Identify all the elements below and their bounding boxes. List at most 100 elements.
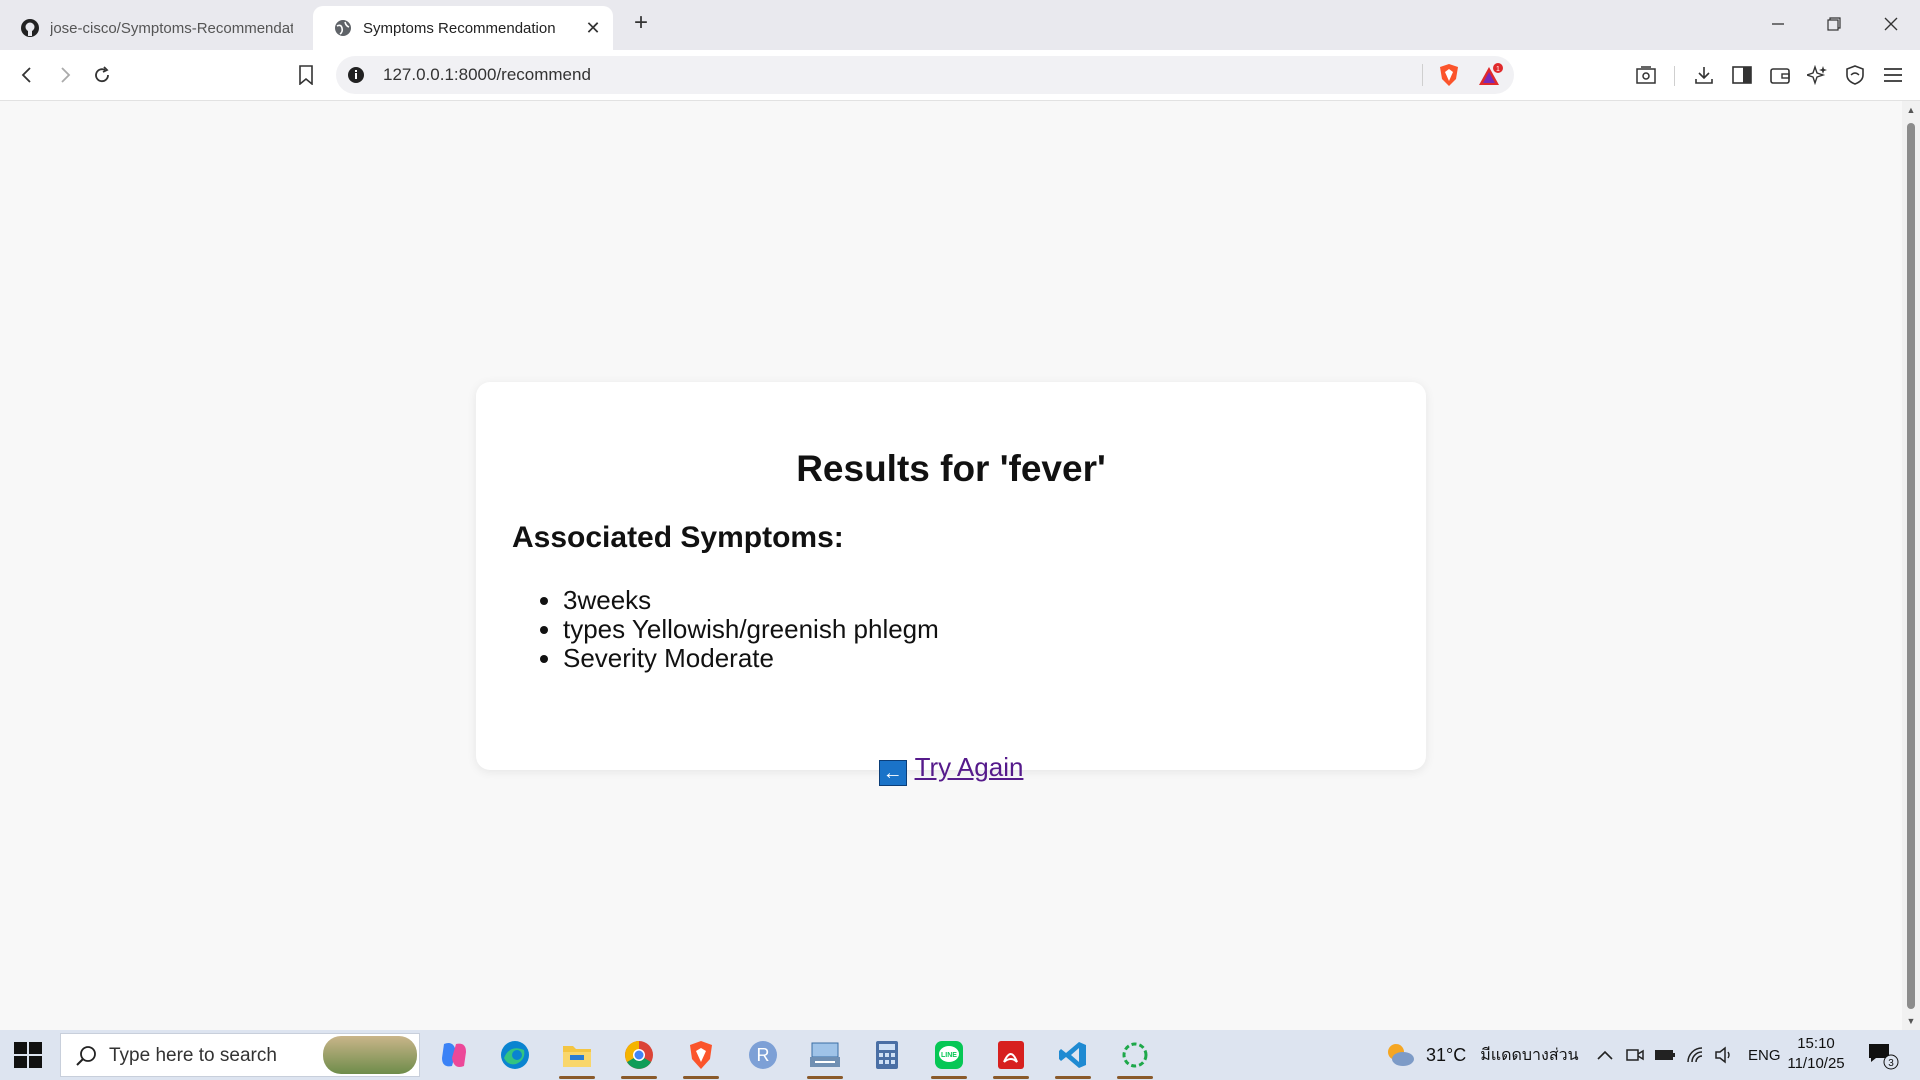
scanner-icon <box>810 1042 840 1067</box>
running-indicator <box>559 1076 595 1079</box>
close-tab-icon[interactable]: ✕ <box>585 19 601 37</box>
tab-github[interactable]: jose-cisco/Symptoms-Recommendat <box>0 6 305 50</box>
chevron-up-icon <box>1597 1050 1613 1060</box>
camera-icon <box>1626 1049 1644 1061</box>
shield-icon <box>1846 65 1864 85</box>
scroll-up-icon[interactable]: ▲ <box>1906 105 1916 115</box>
new-tab-button[interactable]: + <box>630 11 652 36</box>
line-icon: LINE <box>935 1041 963 1069</box>
search-placeholder: Type here to search <box>109 1045 277 1066</box>
wifi-icon <box>1687 1047 1703 1063</box>
divider <box>1674 66 1675 86</box>
notification-center-button[interactable]: 3 <box>1866 1030 1900 1080</box>
list-item: Severity Moderate <box>563 644 939 673</box>
vertical-scrollbar[interactable]: ▲ ▼ <box>1902 101 1920 1030</box>
edge-app[interactable] <box>490 1035 540 1075</box>
edge-icon <box>501 1041 529 1069</box>
forward-arrow-icon <box>61 67 71 83</box>
site-info-icon[interactable] <box>346 65 366 85</box>
close-window-button[interactable] <box>1871 8 1911 40</box>
close-icon <box>1884 17 1898 31</box>
weather-widget[interactable]: 31°C มีแดดบางส่วน <box>1384 1030 1579 1080</box>
scrollbar-thumb[interactable] <box>1907 123 1915 1009</box>
windows-start-icon[interactable] <box>14 1042 42 1068</box>
battery-button[interactable] <box>1654 1030 1676 1080</box>
volume-button[interactable] <box>1714 1030 1734 1080</box>
vpn-button[interactable] <box>1841 61 1869 89</box>
running-indicator <box>1117 1076 1153 1079</box>
section-heading: Associated Symptoms: <box>512 521 844 554</box>
back-button[interactable] <box>13 61 41 89</box>
globe-icon <box>335 20 351 36</box>
meet-now-button[interactable] <box>1626 1030 1644 1080</box>
network-button[interactable] <box>1686 1030 1706 1080</box>
notification-icon: 3 <box>1869 1044 1899 1070</box>
results-card: Results for 'fever' Associated Symptoms:… <box>476 382 1426 786</box>
loading-app-icon <box>1122 1042 1148 1068</box>
file-explorer-icon <box>563 1046 591 1067</box>
tab-title: Symptoms Recommendation <box>363 19 556 37</box>
brave-app[interactable] <box>676 1035 726 1079</box>
rewards-badge: 1 <box>1496 66 1500 73</box>
address-bar[interactable]: 127.0.0.1:8000/recommend 1 <box>336 56 1514 94</box>
svg-text:R: R <box>757 1045 770 1065</box>
back-arrow-icon <box>21 67 31 83</box>
scroll-down-icon[interactable]: ▼ <box>1906 1016 1916 1026</box>
minimize-button[interactable] <box>1758 8 1798 40</box>
line-app[interactable]: LINE <box>924 1035 974 1079</box>
search-highlight-image[interactable] <box>323 1036 417 1074</box>
calculator-icon <box>876 1041 898 1069</box>
r-icon: R <box>749 1041 777 1069</box>
brave-rewards-icon[interactable]: 1 <box>1478 63 1504 87</box>
try-again-row: ← Try Again <box>476 752 1426 786</box>
forward-button[interactable] <box>51 61 79 89</box>
chrome-app[interactable] <box>614 1035 664 1079</box>
chrome-icon <box>625 1041 653 1069</box>
vscode-app[interactable] <box>1048 1035 1098 1079</box>
clock[interactable]: 15:10 11/10/25 <box>1776 1034 1856 1074</box>
reload-button[interactable] <box>88 61 116 89</box>
search-icon <box>76 1046 96 1066</box>
tab-title: jose-cisco/Symptoms-Recommendat <box>50 19 293 37</box>
screenshot-button[interactable] <box>1632 61 1660 89</box>
tab-symptoms-recommendation[interactable]: Symptoms Recommendation ✕ <box>313 6 613 50</box>
vscode-icon <box>1059 1042 1086 1068</box>
copilot-app[interactable] <box>429 1035 479 1075</box>
restore-button[interactable] <box>1814 8 1854 40</box>
bookmark-button[interactable] <box>292 61 320 89</box>
page-title: Results for 'fever' <box>796 448 1106 489</box>
taskbar-search-box[interactable]: Type here to search <box>60 1033 420 1077</box>
running-indicator <box>683 1076 719 1079</box>
left-arrow-icon: ← <box>878 760 907 786</box>
downloads-button[interactable] <box>1690 61 1718 89</box>
reload-icon <box>95 66 109 83</box>
url-text[interactable]: 127.0.0.1:8000/recommend <box>383 56 591 94</box>
weather-temp: 31°C <box>1426 1044 1467 1065</box>
file-explorer-app[interactable] <box>552 1035 602 1079</box>
show-hidden-icons-button[interactable] <box>1596 1030 1614 1080</box>
acrobat-icon <box>998 1041 1024 1069</box>
acrobat-app[interactable] <box>986 1035 1036 1079</box>
brave-shields-icon[interactable] <box>1437 63 1461 87</box>
running-indicator <box>993 1076 1029 1079</box>
leo-ai-button[interactable] <box>1803 61 1831 89</box>
svg-text:LINE: LINE <box>941 1052 957 1059</box>
wallet-button[interactable] <box>1766 61 1794 89</box>
minimize-icon <box>1772 23 1784 25</box>
weather-text: มีแดดบางส่วน <box>1480 1046 1579 1064</box>
bookmark-icon <box>299 65 313 85</box>
symptom-list: 3weeks types Yellowish/greenish phlegm S… <box>512 586 939 673</box>
try-again-link[interactable]: ← Try Again <box>878 752 1024 786</box>
menu-button[interactable] <box>1879 61 1907 89</box>
calculator-app[interactable] <box>862 1035 912 1075</box>
partly-sunny-icon <box>1388 1044 1414 1066</box>
copilot-icon <box>442 1043 466 1067</box>
r-app[interactable]: R <box>738 1035 788 1075</box>
battery-icon <box>1655 1050 1675 1060</box>
scanner-app[interactable] <box>800 1035 850 1079</box>
brave-icon <box>690 1041 712 1069</box>
loading-app[interactable] <box>1110 1035 1160 1079</box>
sidebar-button[interactable] <box>1728 61 1756 89</box>
running-indicator <box>621 1076 657 1079</box>
try-again-label: Try Again <box>914 752 1024 782</box>
